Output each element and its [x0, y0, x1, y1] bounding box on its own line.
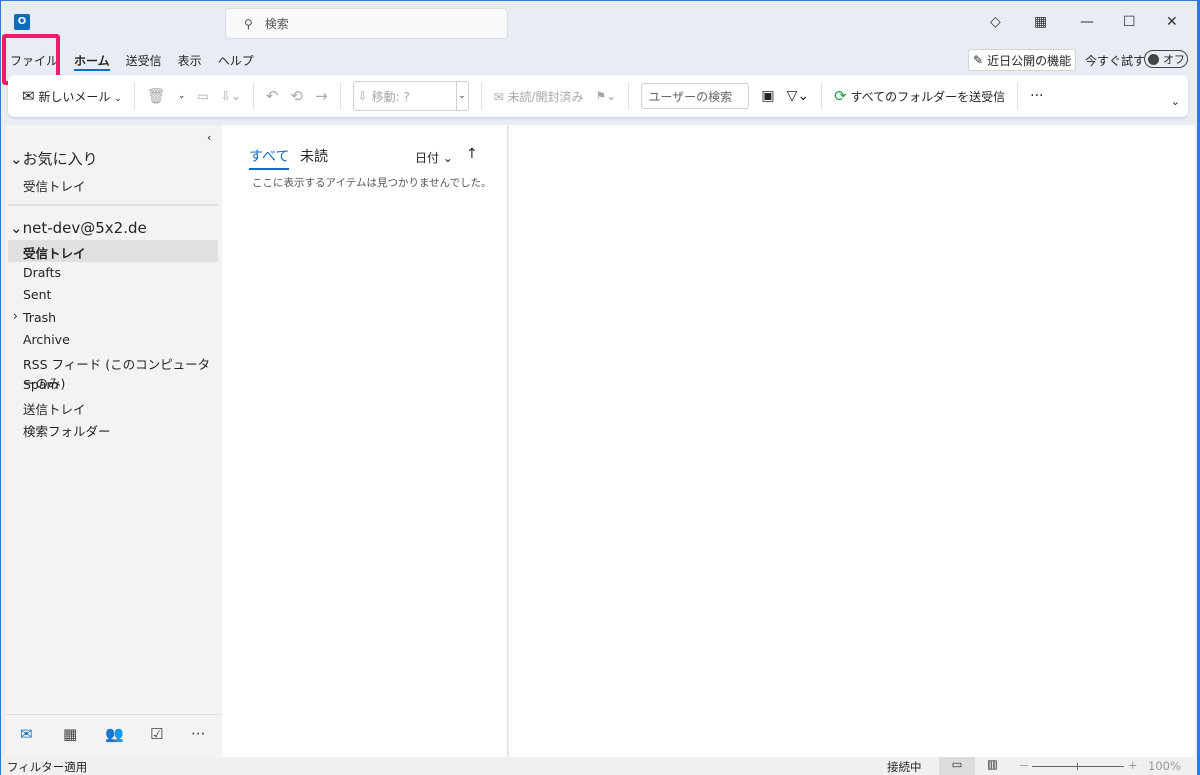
move-to-icon[interactable]: ⇩⌄ [221, 89, 241, 103]
move-label: 移動: ? [371, 89, 410, 104]
connection-status: 接続中 [887, 760, 922, 774]
tasks-nav-icon[interactable]: ☑ [150, 725, 163, 743]
expand-ribbon-icon[interactable]: ⌄ [1171, 95, 1180, 108]
filter-status: フィルター適用 [7, 760, 88, 774]
folder-drafts[interactable]: Drafts [23, 265, 61, 280]
search-people-placeholder: ユーザーの検索 [648, 89, 733, 104]
reading-view-icon[interactable]: ▥ [987, 757, 998, 771]
people-nav-icon[interactable]: 👥 [105, 725, 124, 743]
flag-icon[interactable]: ⚑⌄ [596, 89, 617, 103]
filter-icon[interactable]: ▽⌄ [787, 88, 810, 104]
chevron-down-icon[interactable]: ⌄ [178, 91, 186, 101]
reading-pane [509, 125, 1195, 757]
premium-diamond-icon[interactable]: ◇ [990, 14, 1001, 30]
sort-label: 日付 [415, 151, 440, 165]
message-list: すべて 未読 日付 ⌄ ↑ ここに表示するアイテムは見つかりませんでした。 [222, 125, 508, 757]
zoom-slider-thumb[interactable] [1077, 763, 1078, 770]
zoom-level[interactable]: 100% [1148, 759, 1181, 773]
minimize-button[interactable]: — [1080, 14, 1094, 30]
search-box[interactable]: ⚲ 検索 [225, 8, 508, 39]
folder-outbox[interactable]: 送信トレイ [23, 399, 86, 418]
chevron-down-icon: ⌄ [442, 151, 453, 165]
forward-icon[interactable]: → [315, 87, 328, 105]
divider [339, 82, 341, 110]
send-receive-all-button[interactable]: ⟳ すべてのフォルダーを送受信 [834, 87, 1005, 105]
folder-inbox[interactable]: 受信トレイ [23, 243, 86, 262]
folder-move-icon: ⇩ [357, 89, 368, 103]
try-now-label: 今すぐ試す [1085, 54, 1146, 68]
archive-icon[interactable]: ▭ [197, 89, 208, 103]
calendar-nav-icon[interactable]: ▦ [63, 725, 77, 743]
more-apps-icon[interactable]: ··· [191, 725, 205, 743]
toggle-knob [1148, 53, 1159, 65]
new-mail-button[interactable]: ✉ 新しいメール ⌄ [22, 87, 122, 105]
empty-message: ここに表示するアイテムは見つかりませんでした。 [252, 177, 492, 189]
sync-icon: ⟳ [834, 87, 847, 105]
folder-trash[interactable]: Trash [23, 310, 56, 325]
ribbon-toolbar: ✉ 新しいメール ⌄ 🗑 ⌄ ▭ ⇩⌄ ↶ ⟲ → ⇩ 移動: ? ⌄ ✉ 未読/開封… [8, 75, 1188, 117]
toggle-label: オフ [1163, 53, 1185, 66]
outlook-logo-icon: O [14, 14, 30, 30]
coming-soon-button[interactable]: ✎ 近日公開の機能 [968, 49, 1077, 71]
zoom-slider[interactable] [1032, 763, 1124, 770]
send-receive-label: すべてのフォルダーを送受信 [850, 90, 1006, 104]
folder-spam[interactable]: Spam [23, 377, 59, 392]
reply-all-icon[interactable]: ⟲ [290, 87, 303, 105]
tab-send-receive[interactable]: 送受信 [126, 52, 162, 71]
tab-help[interactable]: ヘルプ [218, 52, 254, 71]
search-placeholder: 検索 [264, 17, 289, 31]
divider [252, 82, 254, 110]
try-now-toggle[interactable]: オフ [1144, 50, 1188, 68]
folder-search-folders[interactable]: 検索フォルダー [23, 421, 111, 440]
new-mail-icon: ✉ [22, 87, 35, 105]
zoom-in-button[interactable]: + [1128, 758, 1138, 772]
chevron-down-icon[interactable]: ⌄ [455, 82, 468, 110]
address-book-icon[interactable]: ▣ [761, 88, 774, 104]
divider [821, 82, 823, 110]
tab-unread[interactable]: 未読 [300, 146, 328, 166]
sort-by-date-button[interactable]: 日付 ⌄ [415, 149, 453, 166]
account-header[interactable]: ⌄net-dev@5x2.de [10, 219, 147, 237]
new-mail-label: 新しいメール [38, 90, 111, 104]
favorites-label: お気に入り [22, 150, 98, 168]
folder-archive[interactable]: Archive [23, 332, 70, 347]
divider [480, 82, 482, 110]
folder-sent[interactable]: Sent [23, 287, 51, 302]
divider [5, 714, 222, 715]
coming-soon-label: 近日公開の機能 [987, 53, 1072, 68]
maximize-button[interactable]: ☐ [1123, 14, 1136, 30]
normal-view-icon[interactable]: ▭ [939, 757, 975, 775]
more-options-icon[interactable]: ··· [1030, 88, 1043, 104]
folder-pane: ‹ ⌄お気に入り 受信トレイ ⌄net-dev@5x2.de 受信トレイ Dra… [5, 125, 222, 757]
favorites-header[interactable]: ⌄お気に入り [10, 148, 98, 169]
chevron-right-icon[interactable]: › [13, 309, 18, 323]
search-people-input[interactable]: ユーザーの検索 [641, 83, 750, 109]
divider [133, 82, 135, 110]
divider [8, 204, 218, 206]
chevron-down-icon[interactable]: ⌄ [114, 94, 122, 104]
delete-icon[interactable]: 🗑 [147, 87, 166, 105]
read-unread-label: 未読/開封済み [507, 89, 584, 104]
favorite-inbox[interactable]: 受信トレイ [23, 176, 86, 195]
qr-code-icon[interactable]: ▦ [1034, 14, 1047, 30]
zoom-out-button[interactable]: − [1019, 758, 1029, 772]
wand-icon: ✎ [973, 53, 984, 67]
sort-direction-icon[interactable]: ↑ [466, 146, 478, 162]
tab-view[interactable]: 表示 [178, 52, 202, 71]
tab-all[interactable]: すべて [249, 146, 290, 170]
divider [1017, 82, 1019, 110]
mail-nav-icon[interactable]: ✉ [20, 725, 33, 743]
divider [628, 82, 630, 110]
envelope-open-icon: ✉ [493, 89, 504, 104]
move-dropdown[interactable]: ⇩ 移動: ? ⌄ [352, 81, 469, 111]
reply-icon[interactable]: ↶ [266, 87, 279, 105]
tab-home[interactable]: ホーム [74, 52, 110, 71]
close-button[interactable]: ✕ [1166, 14, 1178, 30]
read-unread-button[interactable]: ✉ 未読/開封済み [494, 88, 584, 105]
account-label: net-dev@5x2.de [22, 219, 147, 237]
collapse-pane-icon[interactable]: ‹ [207, 131, 211, 144]
status-bar: フィルター適用 接続中 ▭ ▥ − + 100% [1, 757, 1197, 775]
search-icon: ⚲ [244, 16, 253, 31]
